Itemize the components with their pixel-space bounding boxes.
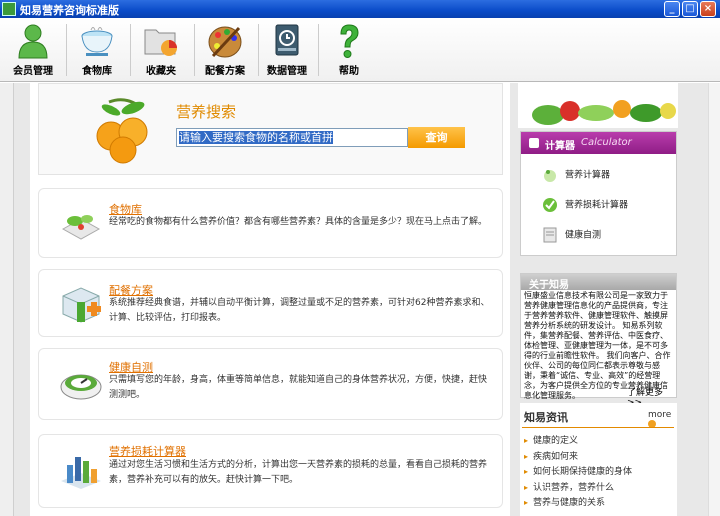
news-panel: 知易资讯 more 健康的定义 疾病如何来 如何长期保持健康的身体 认识营养，营… [520,403,677,516]
calculator-icon [529,138,539,148]
card-loss-calculator[interactable]: 营养损耗计算器 通过对您生活习惯和生活方式的分析，计算出您一天营养素的损耗的总量… [38,434,503,508]
orange-fruit-icon [96,98,148,164]
card-health-test[interactable]: 健康自测 只需填写您的年龄，身高，体重等简单信息，就能知道自己的身体营养状况，方… [38,348,503,420]
toolbar-help-button[interactable]: 帮助 [318,20,380,80]
minimize-button[interactable]: _ [664,1,680,17]
card-meal-plan-text: 系统推荐经典食谱，并辅以自动平衡计算，调整过量或不足的营养素，可针对62种营养素… [109,298,490,323]
health-scale-icon [60,374,102,400]
card-loss-calculator-title[interactable]: 营养损耗计算器 [109,443,186,459]
toolbar-food-label: 食物库 [82,66,112,77]
about-panel: 关于知易 恒康盛业信息技术有限公司是一家致力于营养健康管理信息化的产品提供商，专… [520,273,677,408]
toolbar-data-button[interactable]: 数据管理 [256,20,318,80]
news-item[interactable]: 认识营养，营养什么 [524,480,614,493]
search-button[interactable]: 查询 [408,127,465,148]
palette-icon [208,26,242,58]
toolbar-help-label: 帮助 [339,66,359,77]
news-item[interactable]: 如何长期保持健康的身体 [524,464,632,477]
search-input-text: 请输入要搜索食物的名称或首拼 [179,131,333,144]
calc-item-health-label: 健康自测 [565,230,602,241]
help-icon [340,24,359,58]
card-health-test-text: 只需填写您的年龄，身高，体重等简单信息，就能知道自己的身体营养状况，方便，快捷，… [109,375,488,400]
search-input[interactable]: 请输入要搜索食物的名称或首拼 [176,128,408,147]
vegetables-icon [61,215,101,240]
toolbar-data-label: 数据管理 [267,66,307,77]
card-meal-plan[interactable]: 配餐方案 系统推荐经典食谱，并辅以自动平衡计算，调整过量或不足的营养素，可针对6… [38,269,503,337]
toolbar-member-button[interactable]: 会员管理 [2,20,64,80]
card-loss-calculator-text: 通过对您生活习惯和生活方式的分析，计算出您一天营养素的损耗的总量，看看自己损耗的… [109,460,488,485]
food-bowl-icon [81,27,113,56]
toolbar-mealplan-label: 配餐方案 [205,66,245,77]
toolbar-favorites-button[interactable]: 收藏夹 [130,20,192,80]
card-food-library[interactable]: 食物库 经常吃的食物都有什么营养价值？都含有哪些营养素？具体的含量是多少？现在马… [38,188,503,258]
calc-item-health[interactable]: 健康自测 [541,226,601,244]
calc-item-loss[interactable]: 营养损耗计算器 [541,196,628,214]
maximize-button[interactable]: □ [682,1,698,17]
main-toolbar: 会员管理 食物库 收藏夹 配餐方案 数据管理 帮助 [0,18,720,82]
toolbar-mealplan-button[interactable]: 配餐方案 [194,20,256,80]
about-title: 关于知易 [521,274,676,291]
news-item[interactable]: 疾病如何来 [524,449,578,462]
bar-chart-icon [61,457,101,489]
calc-item-nutrition[interactable]: 营养计算器 [541,166,610,184]
news-title: 知易资讯 [524,411,568,424]
search-title: 营养搜索 [176,103,237,121]
news-item[interactable]: 营养与健康的关系 [524,495,605,508]
calc-item-loss-label: 营养损耗计算器 [565,200,629,211]
member-icon [18,24,48,59]
database-icon [275,24,299,56]
vegetables-banner-image [532,100,676,125]
card-food-library-text: 经常吃的食物都有什么营养价值？都含有哪些营养素？具体的含量是多少？现在马上点击了… [109,217,488,227]
close-button[interactable]: × [700,1,716,17]
leaf-icon [543,198,557,212]
news-item[interactable]: 健康的定义 [524,433,578,446]
calculator-header: 计算器 Calculator [521,132,676,154]
app-icon [2,2,16,16]
document-icon [543,227,557,243]
left-panel [0,83,14,516]
vegetables-banner [518,83,678,128]
toolbar-food-button[interactable]: 食物库 [66,20,128,80]
window-titlebar: 知易营养咨询标准版 _ □ × [0,0,720,18]
calc-item-nutrition-label: 营养计算器 [565,170,611,181]
news-divider [522,427,674,428]
window-title: 知易营养咨询标准版 [20,4,119,17]
calculator-title: 计算器 [545,141,575,152]
meal-plan-icon [62,287,101,323]
news-more-label: more [648,410,672,420]
apple-icon [544,170,556,182]
calculator-panel: 计算器 Calculator 营养计算器 营养损耗计算器 健康自测 [520,131,677,256]
vertical-scrollbar[interactable] [708,83,720,516]
calculator-subtitle: Calculator [581,137,632,148]
folder-chart-icon [144,29,177,56]
toolbar-favorites-label: 收藏夹 [146,66,176,77]
toolbar-member-label: 会员管理 [13,66,53,77]
